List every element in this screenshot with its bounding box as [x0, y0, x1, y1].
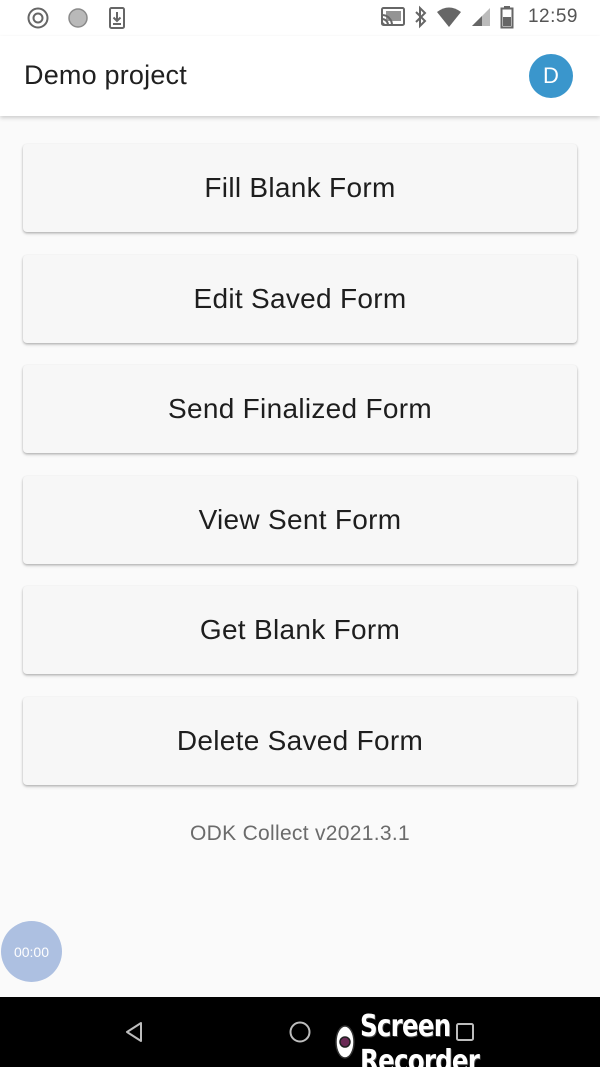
watermark-text: Screen Recorder [360, 1009, 480, 1067]
battery-icon [500, 5, 514, 29]
recorder-timer-text: 00:00 [13, 943, 50, 960]
screen-recorder-watermark: Screen Recorder [334, 1009, 600, 1067]
fill-blank-form-button[interactable]: Fill Blank Form [23, 144, 577, 232]
back-icon[interactable] [122, 1020, 146, 1049]
cast-icon [380, 6, 406, 28]
screen: 12:59 Demo project D Fill Blank Form Edi… [0, 0, 600, 1067]
version-label: ODK Collect v2021.3.1 [190, 822, 410, 845]
watermark-logo-icon [334, 1022, 356, 1067]
record-icon [26, 6, 50, 30]
home-icon[interactable] [288, 1020, 312, 1049]
page-title: Demo project [24, 60, 187, 90]
status-bar: 12:59 [0, 0, 600, 36]
status-time: 12:59 [527, 6, 578, 27]
recorder-timer-bubble[interactable]: 00:00 [1, 921, 62, 982]
status-left-icons [26, 6, 128, 30]
download-icon [106, 6, 128, 30]
avatar[interactable]: D [529, 54, 573, 98]
delete-saved-form-button[interactable]: Delete Saved Form [23, 697, 577, 785]
app-bar: Demo project D [0, 36, 600, 116]
wifi-icon [436, 6, 462, 28]
get-blank-form-button[interactable]: Get Blank Form [23, 586, 577, 674]
signal-icon [470, 6, 492, 28]
nav-bar: Screen Recorder [0, 997, 600, 1067]
view-sent-form-button[interactable]: View Sent Form [23, 476, 577, 564]
bluetooth-icon [414, 5, 428, 29]
send-finalized-form-button[interactable]: Send Finalized Form [23, 365, 577, 453]
edit-saved-form-button[interactable]: Edit Saved Form [23, 255, 577, 343]
status-right-icons: 12:59 [380, 5, 578, 29]
circle-dot-icon [66, 6, 90, 30]
avatar-letter: D [543, 63, 559, 88]
